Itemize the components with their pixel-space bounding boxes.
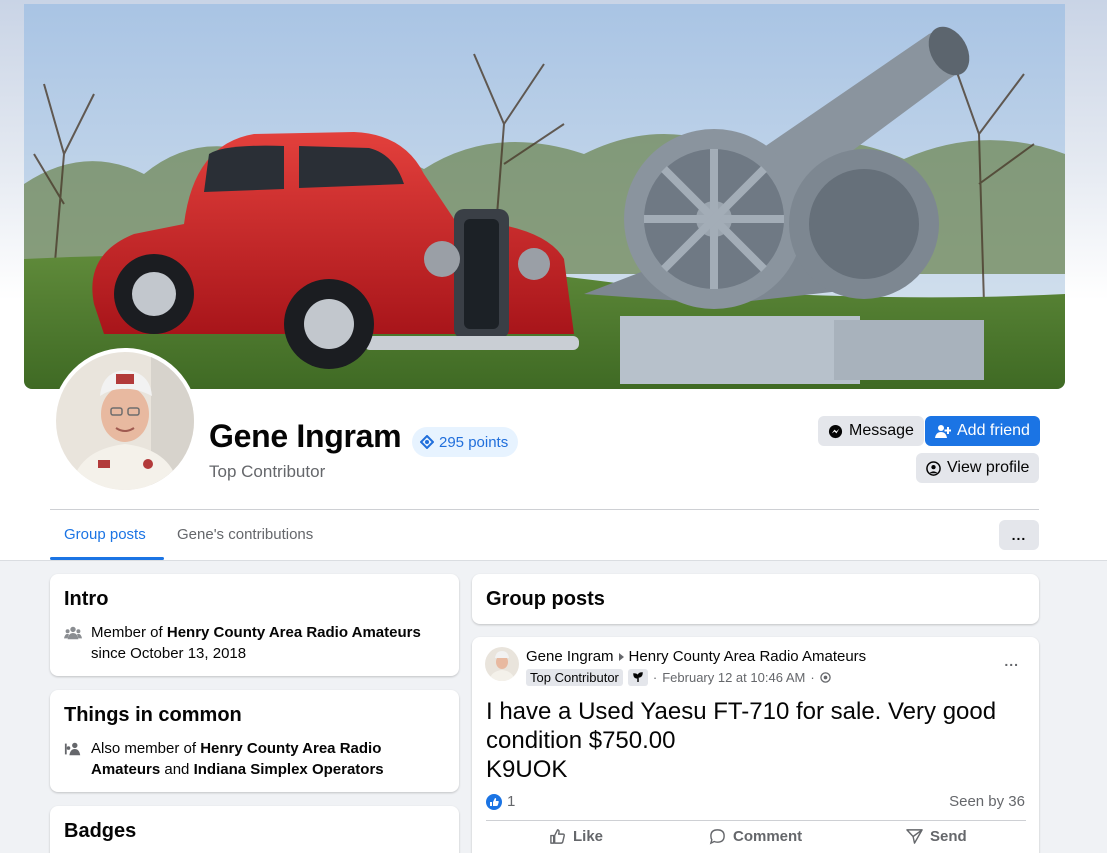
post-group-link[interactable]: Henry County Area Radio Amateurs [629, 648, 867, 665]
send-button[interactable]: Send [906, 828, 967, 845]
group-posts-title: Group posts [486, 588, 605, 610]
badges-card: Badges [50, 806, 459, 853]
groups-icon [64, 742, 81, 756]
points-badge[interactable]: 295 points [412, 427, 519, 457]
common-prefix: Also member of [91, 740, 201, 757]
cover-photo[interactable] [24, 4, 1065, 389]
post-author-link[interactable]: Gene Ingram [526, 648, 614, 665]
points-icon [420, 435, 434, 449]
profile-circle-icon [926, 460, 941, 476]
post-options-button[interactable]: ... [1004, 653, 1019, 669]
post-card: Gene Ingram Henry County Area Radio Amat… [472, 637, 1039, 853]
group-icon [64, 626, 82, 640]
view-profile-label: View profile [947, 459, 1030, 476]
add-friend-label: Add friend [957, 422, 1030, 439]
profile-name: Gene Ingram [209, 418, 402, 454]
add-person-icon [935, 424, 951, 438]
more-options-button[interactable]: ... [999, 520, 1039, 550]
view-profile-button[interactable]: View profile [916, 453, 1040, 483]
post-header: Gene Ingram Henry County Area Radio Amat… [526, 648, 866, 665]
post-author-avatar[interactable] [485, 647, 519, 681]
tab-group-posts[interactable]: Group posts [64, 526, 146, 543]
comment-button[interactable]: Comment [709, 828, 802, 845]
intro-title: Intro [64, 588, 109, 610]
post-actions-divider [486, 820, 1026, 821]
tab-genes-contributions[interactable]: Gene's contributions [177, 526, 313, 543]
add-friend-button[interactable]: Add friend [925, 416, 1040, 446]
common-groups: Also member of Henry County Area Radio A… [64, 738, 441, 780]
profile-role: Top Contributor [209, 462, 326, 481]
post-text-line: condition $750.00 [486, 727, 676, 754]
intro-member-prefix: Member of [91, 624, 167, 641]
like-count: 1 [507, 793, 516, 810]
page-divider [0, 560, 1107, 561]
tabs-divider [50, 509, 1039, 510]
meta-separator-2: · [810, 670, 815, 685]
badges-title: Badges [64, 820, 137, 842]
sprout-icon [627, 669, 648, 686]
intro-since: since October 13, 2018 [91, 645, 247, 662]
post-body: I have a Used Yaesu FT-710 for sale. Ver… [486, 697, 1026, 784]
things-in-common-card: Things in common Also member of Henry Co… [50, 690, 459, 792]
points-label: 295 points [439, 433, 509, 451]
send-label: Send [930, 828, 967, 845]
reaction-summary[interactable]: 1 [486, 793, 515, 810]
message-button[interactable]: Message [818, 416, 924, 446]
privacy-globe-icon [819, 672, 831, 683]
thumbs-up-icon [550, 829, 565, 844]
post-text-line: I have a Used Yaesu FT-710 for sale. Ver… [486, 698, 997, 725]
intro-membership: Member of Henry County Area Radio Amateu… [64, 622, 441, 664]
like-button[interactable]: Like [549, 828, 603, 845]
intro-card: Intro Member of Henry County Area Radio … [50, 574, 459, 676]
profile-avatar[interactable] [52, 348, 198, 494]
caret-right-icon [618, 652, 624, 661]
message-label: Message [849, 422, 914, 439]
like-reaction-icon [486, 793, 502, 810]
things-in-common-title: Things in common [64, 704, 242, 726]
seen-by[interactable]: Seen by 36 [949, 793, 1025, 810]
comment-label: Comment [733, 828, 803, 845]
intro-group-link[interactable]: Henry County Area Radio Amateurs [167, 624, 421, 641]
common-joiner: and [160, 761, 194, 778]
messenger-icon [828, 424, 843, 438]
post-author-badge: Top Contributor [526, 669, 623, 686]
post-date-link[interactable]: February 12 at 10:46 AM [662, 670, 805, 685]
like-label: Like [573, 828, 604, 845]
meta-separator: · [652, 670, 658, 685]
post-meta: Top Contributor · February 12 at 10:46 A… [526, 669, 831, 686]
group-posts-header-card: Group posts [472, 574, 1039, 624]
send-icon [906, 829, 923, 844]
common-group-2-link[interactable]: Indiana Simplex Operators [194, 761, 384, 778]
post-text-line: K9UOK [486, 756, 568, 783]
comment-icon [709, 829, 725, 845]
